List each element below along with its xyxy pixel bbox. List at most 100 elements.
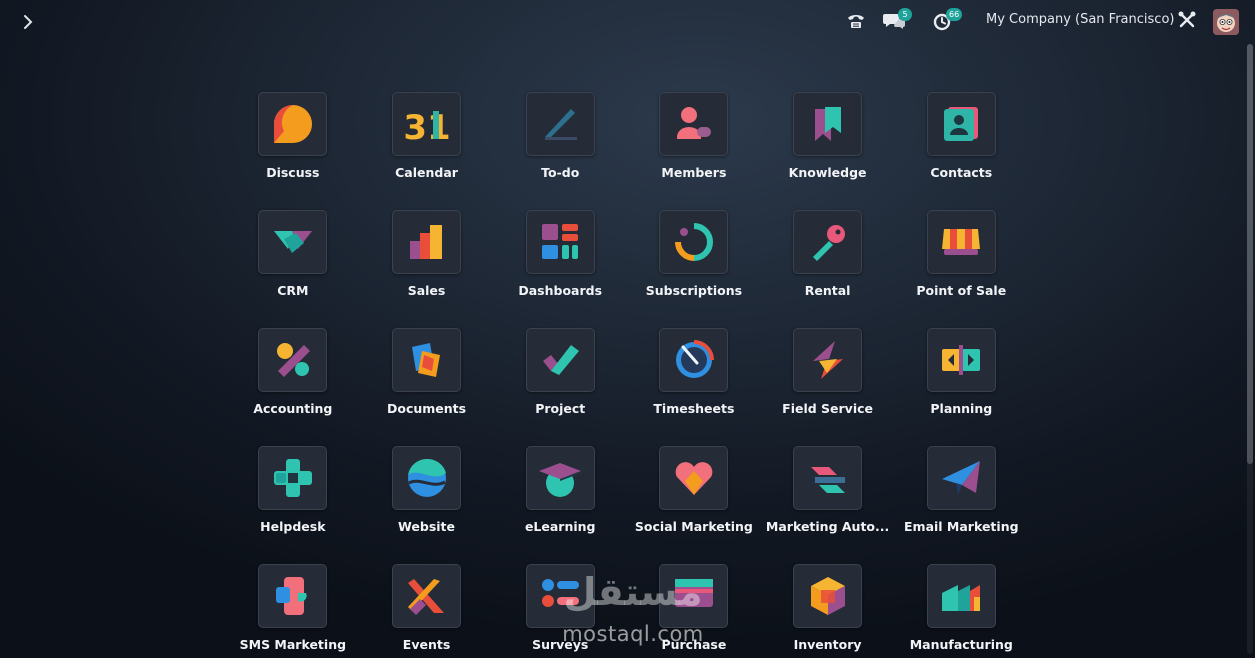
app-email-marketing[interactable]: Email Marketing [894,446,1028,542]
app-rental[interactable]: Rental [761,210,895,306]
app-tile [258,446,328,510]
app-social-marketing[interactable]: Social Marketing [627,446,761,542]
app-tile [793,446,863,510]
app-subscriptions[interactable]: Subscriptions [627,210,761,306]
app-dashboards[interactable]: Dashboards [493,210,627,306]
phone-icon[interactable] [845,10,869,34]
app-label: Purchase [661,637,727,652]
app-label: Social Marketing [634,519,753,534]
app-discuss[interactable]: Discuss [226,92,360,188]
app-point-of-sale[interactable]: Point of Sale [894,210,1028,306]
app-helpdesk[interactable]: Helpdesk [226,446,360,542]
app-purchase[interactable]: Purchase [627,564,761,658]
app-label: Sales [407,283,446,298]
calendar-icon: 31 [404,108,450,147]
app-label: Field Service [782,401,874,416]
surveys-icon [542,579,580,607]
top-navbar: 5 66 My Company (San Francisco) [0,0,1255,44]
app-tile [525,210,595,274]
dashboards-icon [542,224,579,259]
user-avatar-icon [1213,9,1239,35]
app-label: Accounting [253,401,333,416]
app-tile [392,328,462,392]
app-elearning[interactable]: eLearning [493,446,627,542]
app-tile [926,328,996,392]
website-icon [407,458,446,497]
messages-badge: 5 [898,8,912,21]
app-tile [258,328,328,392]
scrollbar-thumb[interactable] [1247,44,1253,464]
manufacturing-icon [942,585,981,611]
accounting-icon [276,343,310,377]
app-label: Discuss [266,165,320,180]
app-tile [659,210,729,274]
app-tile [659,564,729,628]
app-label: Project [535,401,586,416]
activities-menu[interactable]: 66 [932,8,970,34]
app-label: Documents [386,401,467,416]
app-tile [525,92,595,156]
app-field-service[interactable]: Field Service [761,328,895,424]
app-calendar[interactable]: 31 Calendar [360,92,494,188]
app-tile [793,564,863,628]
app-label: Email Marketing [904,519,1019,534]
app-label: Subscriptions [645,283,743,298]
app-label: Surveys [532,637,589,652]
app-crm[interactable]: CRM [226,210,360,306]
app-contacts[interactable]: Contacts [894,92,1028,188]
app-label: Helpdesk [260,519,326,534]
todo-icon [545,109,578,140]
app-timesheets[interactable]: Timesheets [627,328,761,424]
avatar[interactable] [1213,9,1239,35]
documents-icon [411,343,440,377]
app-sales[interactable]: Sales [360,210,494,306]
app-label: Calendar [395,165,458,180]
app-surveys[interactable]: Surveys [493,564,627,658]
chevron-right-icon[interactable] [16,10,40,34]
app-to-do[interactable]: To-do [493,92,627,188]
app-tile [926,92,996,156]
app-tile [793,210,863,274]
app-inventory[interactable]: Inventory [761,564,895,658]
app-tile [793,328,863,392]
app-label: Knowledge [788,165,867,180]
app-tile [659,92,729,156]
app-manufacturing[interactable]: Manufacturing [894,564,1028,658]
app-label: Marketing Auto... [765,519,890,534]
rental-icon [812,225,845,261]
contacts-icon [944,107,979,141]
app-website[interactable]: Website [360,446,494,542]
app-documents[interactable]: Documents [360,328,494,424]
app-planning[interactable]: Planning [894,328,1028,424]
app-knowledge[interactable]: Knowledge [761,92,895,188]
helpdesk-icon [273,459,312,497]
app-accounting[interactable]: Accounting [226,328,360,424]
app-label: CRM [277,283,309,298]
app-project[interactable]: Project [493,328,627,424]
tools-icon[interactable] [1177,10,1199,34]
app-label: SMS Marketing [239,637,347,652]
crm-icon [273,231,312,253]
project-icon [543,345,580,375]
app-label: Contacts [930,165,993,180]
app-label: Rental [804,283,851,298]
app-label: eLearning [524,519,596,534]
messages-menu[interactable]: 5 [883,8,917,34]
app-marketing-automation[interactable]: Marketing Auto... [761,446,895,542]
app-tile [525,564,595,628]
app-sms-marketing[interactable]: SMS Marketing [226,564,360,658]
app-tile [392,564,462,628]
app-members[interactable]: Members [627,92,761,188]
app-events[interactable]: Events [360,564,494,658]
elearning-icon [539,463,582,497]
app-label: Point of Sale [916,283,1007,298]
members-icon [676,107,711,139]
knowledge-icon [814,107,841,141]
app-label: To-do [541,165,580,180]
company-switcher[interactable]: My Company (San Francisco) [986,12,1174,27]
events-icon [407,579,444,615]
app-tile [926,564,996,628]
app-tile [258,210,328,274]
subscriptions-icon [674,223,713,261]
scrollbar[interactable] [1247,44,1253,654]
